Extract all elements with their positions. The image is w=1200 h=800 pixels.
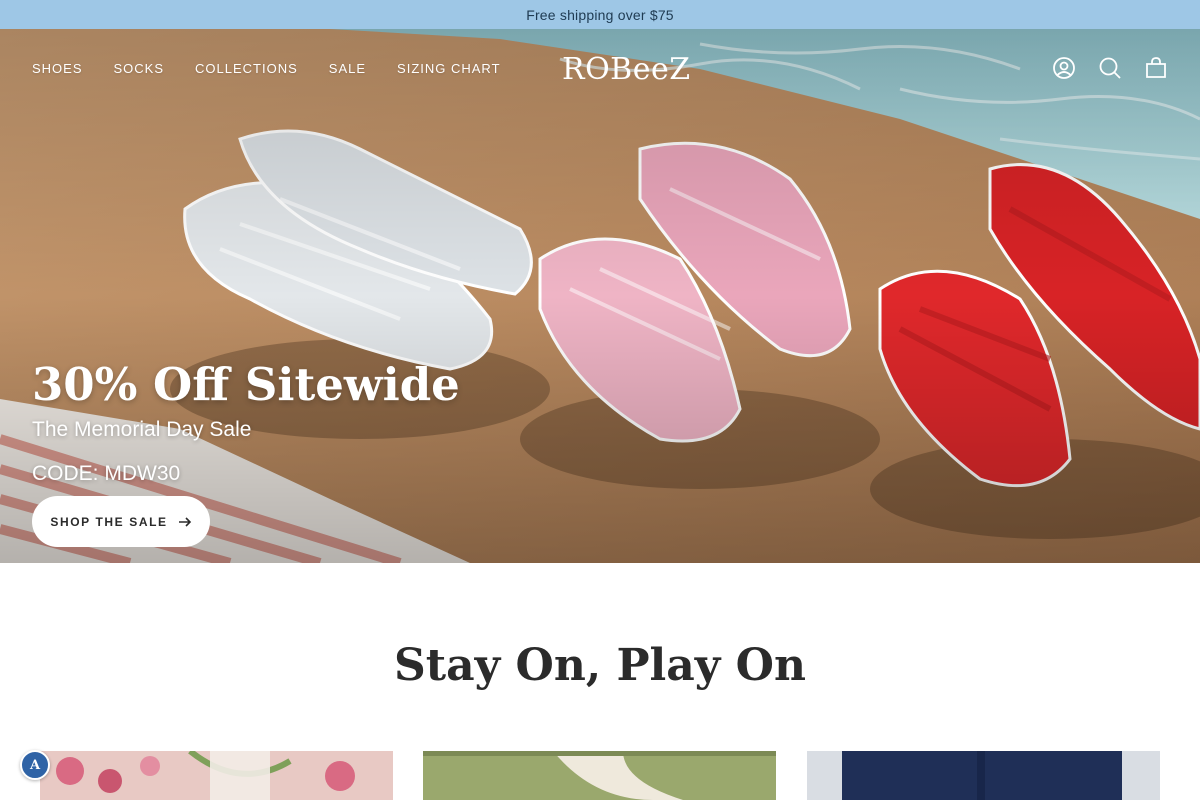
nav-icons xyxy=(1052,56,1168,80)
nav-link-sale[interactable]: SALE xyxy=(329,61,366,76)
grass-photo xyxy=(423,751,776,800)
section-title: Stay On, Play On xyxy=(394,640,806,691)
search-icon[interactable] xyxy=(1098,56,1122,80)
hero-promo-code: CODE: MDW30 xyxy=(32,462,181,485)
nav-links: SHOES SOCKS COLLECTIONS SALE SIZING CHAR… xyxy=(32,61,532,76)
arrow-right-icon xyxy=(178,516,191,527)
announcement-text: Free shipping over $75 xyxy=(526,6,674,23)
announcement-bar: Free shipping over $75 xyxy=(0,0,1200,29)
logo-text: ROBeeZ xyxy=(562,52,691,85)
hero-title: 30% Off Sitewide xyxy=(32,358,460,411)
hero-subtitle: The Memorial Day Sale xyxy=(32,418,252,441)
product-card-image[interactable] xyxy=(40,751,393,800)
cart-icon[interactable] xyxy=(1144,56,1168,80)
robeez-logo[interactable]: ROBeeZ xyxy=(562,51,712,85)
navy-shorts-photo xyxy=(807,751,1160,800)
shop-the-sale-label: SHOP THE SALE xyxy=(50,514,168,529)
nav-link-sizing-chart[interactable]: SIZING CHART xyxy=(397,61,501,76)
shop-the-sale-button[interactable]: SHOP THE SALE xyxy=(32,496,210,547)
nav-link-socks[interactable]: SOCKS xyxy=(114,61,165,76)
account-icon[interactable] xyxy=(1052,56,1076,80)
product-card-image[interactable] xyxy=(423,751,776,800)
accessibility-label: A xyxy=(29,757,41,773)
floral-photo xyxy=(40,751,393,800)
main-navigation: SHOES SOCKS COLLECTIONS SALE SIZING CHAR… xyxy=(0,29,1200,109)
accessibility-button[interactable]: A xyxy=(20,750,50,780)
nav-link-collections[interactable]: COLLECTIONS xyxy=(195,61,298,76)
nav-link-shoes[interactable]: SHOES xyxy=(32,61,83,76)
product-cards xyxy=(40,751,1160,800)
product-card-image[interactable] xyxy=(807,751,1160,800)
